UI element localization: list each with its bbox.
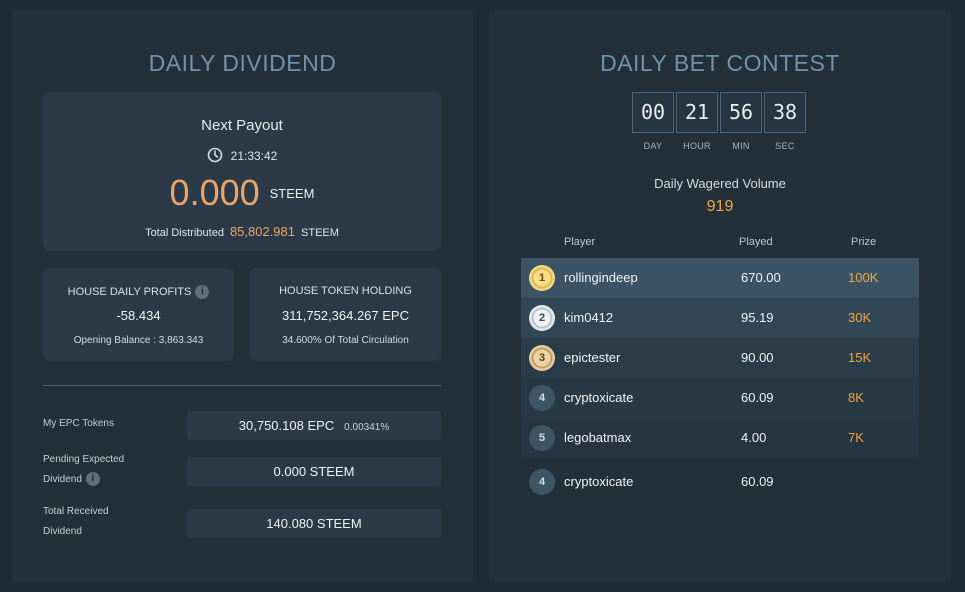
pending-label-line1: Pending Expected bbox=[43, 454, 125, 465]
player-name: rollingindeep bbox=[564, 270, 638, 285]
player-name: cryptoxicate bbox=[564, 390, 634, 405]
countdown-sec-label: SEC bbox=[775, 141, 795, 151]
opening-balance: Opening Balance : 3,863.343 bbox=[73, 335, 204, 346]
circulation-percent: 34.600% Of Total Circulation bbox=[282, 335, 409, 346]
total-distributed-value: 85,802.981 bbox=[229, 224, 296, 239]
column-played: Played bbox=[739, 236, 773, 248]
countdown-day: 00 DAY bbox=[632, 92, 674, 151]
prize-amount: 7K bbox=[848, 430, 864, 445]
countdown-hour-label: HOUR bbox=[683, 141, 711, 151]
player-name: epictester bbox=[564, 350, 621, 365]
pending-label-line2: Dividend i bbox=[43, 470, 124, 490]
prize-amount: 15K bbox=[848, 350, 872, 365]
payout-unit: STEEM bbox=[269, 185, 315, 201]
prize-amount: 30K bbox=[848, 310, 872, 325]
leaderboard-row[interactable]: 4 cryptoxicate 60.09 8K bbox=[521, 378, 919, 418]
wagered-volume-label: Daily Wagered Volume bbox=[654, 176, 786, 191]
rank-badge: 5 bbox=[529, 425, 555, 451]
countdown-day-value: 00 bbox=[632, 92, 674, 133]
dividend-title: DAILY DIVIDEND bbox=[148, 50, 337, 76]
leaderboard-header: Player Played Prize bbox=[521, 236, 919, 254]
token-holding-value: 311,752,364.267 EPC bbox=[282, 308, 409, 323]
prize-amount: 8K bbox=[848, 390, 864, 405]
received-label-line1: Total Received bbox=[43, 506, 109, 517]
my-tokens-box: 30,750.108 EPC 0.00341% bbox=[187, 411, 441, 440]
received-dividend-value: 140.080 STEEM bbox=[266, 516, 362, 531]
countdown-min-label: MIN bbox=[732, 141, 750, 151]
played-amount: 4.00 bbox=[741, 430, 767, 445]
received-dividend-box: 140.080 STEEM bbox=[187, 509, 441, 538]
daily-bet-contest-panel: DAILY BET CONTEST 00 DAY 21 HOUR 56 MIN … bbox=[489, 10, 951, 582]
payout-amount-row: 0.000 STEEM bbox=[43, 172, 441, 214]
wagered-volume-value: 919 bbox=[706, 198, 734, 215]
rank-badge: 4 bbox=[529, 469, 555, 495]
total-distributed-row: Total Distributed 85,802.981 STEEM bbox=[43, 224, 441, 239]
played-amount: 95.19 bbox=[741, 310, 774, 325]
countdown-day-label: DAY bbox=[643, 141, 663, 151]
countdown-hour-value: 21 bbox=[676, 92, 718, 133]
my-rank-row[interactable]: 4 cryptoxicate 60.09 bbox=[521, 462, 919, 502]
player-name: cryptoxicate bbox=[564, 474, 634, 489]
my-tokens-value: 30,750.108 EPC bbox=[238, 418, 335, 433]
played-amount: 60.09 bbox=[741, 474, 774, 489]
next-payout-time: 21:33:42 bbox=[230, 149, 278, 163]
played-amount: 670.00 bbox=[741, 270, 781, 285]
total-distributed-unit: STEEM bbox=[301, 227, 339, 239]
info-icon[interactable]: i bbox=[195, 285, 210, 299]
column-prize: Prize bbox=[851, 236, 877, 248]
pending-dividend-value: 0.000 STEEM bbox=[273, 464, 355, 479]
countdown-min: 56 MIN bbox=[720, 92, 762, 151]
received-label-line2: Dividend bbox=[43, 526, 82, 537]
leaderboard-row[interactable]: 2 kim0412 95.19 30K bbox=[521, 298, 919, 338]
house-profits-title: HOUSE DAILY PROFITS bbox=[67, 285, 192, 298]
next-payout-label: Next Payout bbox=[201, 117, 283, 134]
leaderboard-row[interactable]: 1 rollingindeep 670.00 100K bbox=[521, 258, 919, 298]
house-token-holding-card: HOUSE TOKEN HOLDING 311,752,364.267 EPC … bbox=[250, 268, 441, 361]
countdown-hour: 21 HOUR bbox=[676, 92, 718, 151]
payout-amount: 0.000 bbox=[169, 172, 260, 213]
silver-medal-icon: 2 bbox=[529, 305, 555, 331]
countdown-sec: 38 SEC bbox=[764, 92, 806, 151]
player-name: kim0412 bbox=[564, 310, 614, 325]
clock-icon bbox=[207, 147, 223, 166]
played-amount: 90.00 bbox=[741, 350, 774, 365]
prize-amount: 100K bbox=[848, 270, 879, 285]
leaderboard-row[interactable]: 5 legobatmax 4.00 7K bbox=[521, 418, 919, 458]
leaderboard-row[interactable]: 3 epictester 90.00 15K bbox=[521, 338, 919, 378]
countdown-min-value: 56 bbox=[720, 92, 762, 133]
received-dividend-label: Total Received Dividend bbox=[43, 502, 109, 542]
house-profits-card: HOUSE DAILY PROFITS i -58.434 Opening Bal… bbox=[43, 268, 234, 361]
rank-badge: 4 bbox=[529, 385, 555, 411]
contest-title: DAILY BET CONTEST bbox=[600, 50, 840, 76]
my-tokens-label: My EPC Tokens bbox=[43, 418, 114, 429]
next-payout-card: Next Payout 21:33:42 0.000 STEEM Total Di… bbox=[43, 92, 441, 251]
gold-medal-icon: 1 bbox=[529, 265, 555, 291]
token-holding-title: HOUSE TOKEN HOLDING bbox=[279, 285, 412, 297]
house-profits-title-row: HOUSE DAILY PROFITS i bbox=[43, 285, 234, 299]
daily-dividend-panel: DAILY DIVIDEND Next Payout 21:33:42 0.00… bbox=[12, 10, 473, 582]
column-player: Player bbox=[564, 236, 596, 248]
pending-dividend-box: 0.000 STEEM bbox=[187, 457, 441, 486]
played-amount: 60.09 bbox=[741, 390, 774, 405]
countdown-sec-value: 38 bbox=[764, 92, 806, 133]
bronze-medal-icon: 3 bbox=[529, 345, 555, 371]
player-name: legobatmax bbox=[564, 430, 632, 445]
house-profits-value: -58.434 bbox=[116, 308, 161, 323]
total-distributed-label: Total Distributed bbox=[145, 227, 224, 239]
info-icon[interactable]: i bbox=[85, 472, 100, 487]
pending-dividend-label: Pending Expected Dividend i bbox=[43, 450, 124, 490]
next-payout-timer: 21:33:42 bbox=[43, 147, 441, 166]
my-tokens-percent: 0.00341% bbox=[344, 422, 390, 433]
section-divider bbox=[43, 385, 441, 386]
